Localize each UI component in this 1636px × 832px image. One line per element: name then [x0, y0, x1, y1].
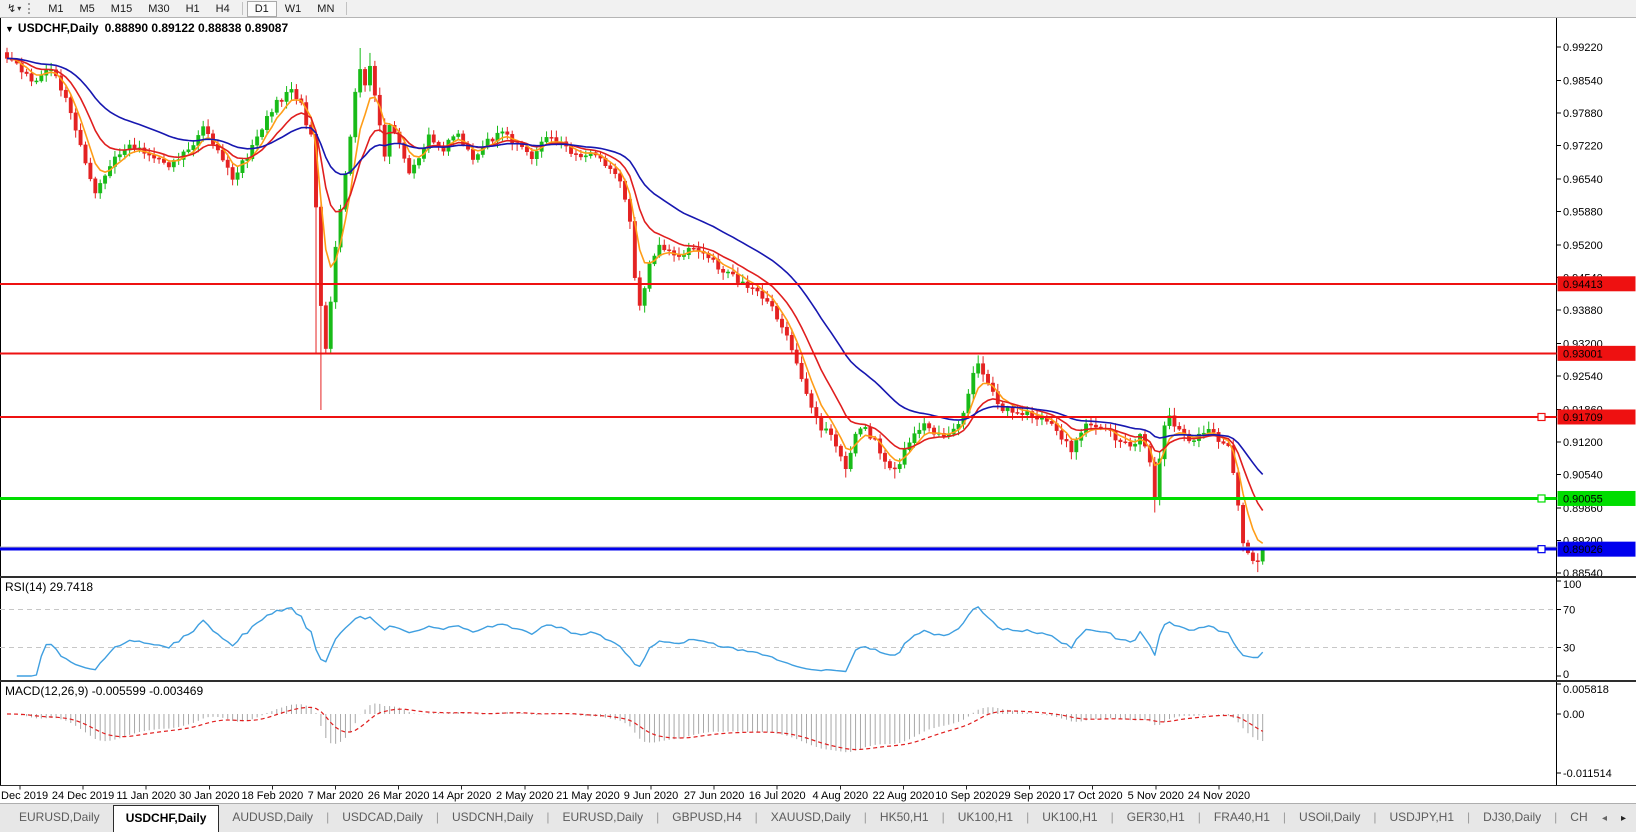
rsi-label: RSI(14) 29.7418 — [5, 580, 93, 594]
svg-text:0.91200: 0.91200 — [1563, 437, 1603, 449]
svg-text:0.97220: 0.97220 — [1563, 141, 1603, 153]
tab-scroll-left-icon[interactable]: ◂ — [1602, 814, 1607, 824]
macd-canvas[interactable]: 0.005818 0.00 -0.011514 — [0, 682, 1636, 785]
tab-ger30-h1[interactable]: GER30,H1 — [1114, 804, 1198, 832]
tab-usdcnh-daily[interactable]: USDCNH,Daily — [439, 804, 546, 832]
svg-text:0.89026: 0.89026 — [1563, 544, 1603, 556]
macd-panel[interactable]: 0.005818 0.00 -0.011514 MACD(12,26,9) -0.0… — [0, 682, 1636, 786]
svg-text:2 May 2020: 2 May 2020 — [496, 790, 553, 802]
timeframe-button-m5[interactable]: M5 — [72, 1, 103, 17]
svg-text:18 Feb 2020: 18 Feb 2020 — [242, 790, 304, 802]
tab-gbpusd-h4[interactable]: GBPUSD,H4 — [659, 804, 754, 832]
cursor-tool-icon[interactable]: ↯ — [4, 1, 17, 17]
timeframe-buttons: M1M5M15M30H1H4 D1W1MN — [40, 1, 351, 17]
svg-text:16 Jul 2020: 16 Jul 2020 — [749, 790, 806, 802]
timeframe-toolbar: ↯ ▾ M1M5M15M30H1H4 D1W1MN — [0, 0, 1636, 18]
svg-text:100: 100 — [1563, 579, 1581, 591]
chart-tab-bar: EURUSD,DailyUSDCHF,DailyAUDUSD,Daily|USD… — [0, 803, 1636, 832]
svg-text:0: 0 — [1563, 669, 1569, 680]
macd-label: MACD(12,26,9) -0.005599 -0.003469 — [5, 684, 203, 698]
tab-eurusd-daily[interactable]: EURUSD,Daily — [549, 804, 656, 832]
symbol-period-label: USDCHF,Daily — [18, 21, 99, 35]
svg-text:24 Dec 2019: 24 Dec 2019 — [52, 790, 114, 802]
tab-uk100-h1[interactable]: UK100,H1 — [1029, 804, 1110, 832]
svg-text:0.94413: 0.94413 — [1563, 279, 1603, 291]
timeframe-button-h1[interactable]: H1 — [178, 1, 208, 17]
timeframe-button-m1[interactable]: M1 — [40, 1, 71, 17]
chevron-down-icon[interactable]: ▾ — [17, 4, 25, 13]
svg-text:30: 30 — [1563, 643, 1575, 655]
svg-text:10 Sep 2020: 10 Sep 2020 — [935, 790, 997, 802]
date-axis: 5 Dec 2019 24 Dec 201911 Jan 202030 Jan 2… — [0, 786, 1636, 803]
toolbar-separator — [346, 2, 347, 15]
toolbar-grip-handle[interactable] — [28, 3, 33, 14]
svg-text:29 Sep 2020: 29 Sep 2020 — [998, 790, 1060, 802]
tab-hk50-h1[interactable]: HK50,H1 — [867, 804, 942, 832]
svg-text:5 Nov 2020: 5 Nov 2020 — [1128, 790, 1184, 802]
timeframe-button-w1[interactable]: W1 — [277, 1, 310, 17]
timeframe-button-d1[interactable]: D1 — [247, 1, 277, 17]
svg-text:0.99220: 0.99220 — [1563, 42, 1603, 54]
svg-text:0.93001: 0.93001 — [1563, 348, 1603, 360]
svg-text:0.005818: 0.005818 — [1563, 684, 1609, 696]
svg-text:7 Mar 2020: 7 Mar 2020 — [308, 790, 364, 802]
rsi-panel[interactable]: 100 70 30 0 RSI(14) 29.7418 — [0, 578, 1636, 682]
main-price-chart[interactable]: 0.99220 0.98540 0.97880 0.97220 0.96540 0.958… — [0, 18, 1636, 578]
timeframe-button-mn[interactable]: MN — [309, 1, 342, 17]
svg-text:30 Jan 2020: 30 Jan 2020 — [179, 790, 240, 802]
tab-usoil-daily[interactable]: USOil,Daily — [1286, 804, 1373, 832]
svg-text:0.00: 0.00 — [1563, 709, 1584, 721]
svg-text:5 Dec 2019: 5 Dec 2019 — [0, 790, 48, 802]
svg-text:0.92540: 0.92540 — [1563, 371, 1603, 383]
timeframe-button-h4[interactable]: H4 — [208, 1, 238, 17]
svg-text:0.90055: 0.90055 — [1563, 493, 1603, 505]
chart-tabs: EURUSD,DailyUSDCHF,DailyAUDUSD,Daily|USD… — [6, 804, 1636, 832]
svg-text:26 Mar 2020: 26 Mar 2020 — [368, 790, 430, 802]
tab-usdchf-daily[interactable]: USDCHF,Daily — [113, 805, 220, 832]
tab-scroll-right-icon[interactable]: ▸ — [1621, 814, 1626, 824]
svg-text:-0.011514: -0.011514 — [1563, 768, 1612, 780]
svg-text:0.90540: 0.90540 — [1563, 470, 1603, 482]
tab-uk100-h1[interactable]: UK100,H1 — [945, 804, 1026, 832]
svg-text:11 Jan 2020: 11 Jan 2020 — [116, 790, 176, 802]
mt4-window: ↯ ▾ M1M5M15M30H1H4D1W1MN 0.992200.985400… — [0, 0, 1636, 832]
tab-audusd-daily[interactable]: AUDUSD,Daily — [219, 804, 326, 832]
svg-text:70: 70 — [1563, 605, 1575, 617]
price-chart-canvas[interactable]: 0.99220 0.98540 0.97880 0.97220 0.96540 0.958… — [0, 18, 1636, 576]
tab-xauusd-daily[interactable]: XAUUSD,Daily — [758, 804, 864, 832]
tab-usdcad-daily[interactable]: USDCAD,Daily — [329, 804, 436, 832]
svg-text:21 May 2020: 21 May 2020 — [556, 790, 620, 802]
title-caret-icon[interactable]: ▼ — [5, 24, 14, 34]
svg-text:0.88540: 0.88540 — [1563, 568, 1603, 576]
svg-text:24 Nov 2020: 24 Nov 2020 — [1188, 790, 1250, 802]
timeframe-button-m15[interactable]: M15 — [103, 1, 140, 17]
tab-fra40-h1[interactable]: FRA40,H1 — [1201, 804, 1283, 832]
tab-scroll-arrows: ◂ ▸ — [1588, 805, 1636, 832]
chart-title: ▼ USDCHF,Daily 0.88890 0.89122 0.88838 0.8… — [5, 21, 288, 35]
svg-text:0.95880: 0.95880 — [1563, 207, 1603, 219]
svg-text:0.98540: 0.98540 — [1563, 75, 1603, 87]
tab-dj30-daily[interactable]: DJ30,Daily — [1470, 804, 1554, 832]
svg-text:17 Oct 2020: 17 Oct 2020 — [1063, 790, 1123, 802]
svg-text:0.95200: 0.95200 — [1563, 240, 1603, 252]
toolbar-separator — [242, 2, 243, 15]
ohlc-values: 0.88890 0.89122 0.88838 0.89087 — [105, 21, 289, 35]
tab-eurusd-daily[interactable]: EURUSD,Daily — [6, 804, 113, 832]
svg-text:22 Aug 2020: 22 Aug 2020 — [873, 790, 935, 802]
svg-text:14 Apr 2020: 14 Apr 2020 — [432, 790, 491, 802]
svg-text:0.97880: 0.97880 — [1563, 108, 1603, 120]
svg-text:0.96540: 0.96540 — [1563, 174, 1603, 186]
svg-text:9 Jun 2020: 9 Jun 2020 — [624, 790, 678, 802]
rsi-canvas[interactable]: 100 70 30 0 — [0, 578, 1636, 680]
timeframe-button-m30[interactable]: M30 — [140, 1, 177, 17]
svg-text:27 Jun 2020: 27 Jun 2020 — [684, 790, 745, 802]
svg-text:0.91709: 0.91709 — [1563, 412, 1603, 424]
tab-usdjpy-h1[interactable]: USDJPY,H1 — [1377, 804, 1467, 832]
svg-text:0.93880: 0.93880 — [1563, 305, 1603, 317]
svg-text:4 Aug 2020: 4 Aug 2020 — [812, 790, 868, 802]
